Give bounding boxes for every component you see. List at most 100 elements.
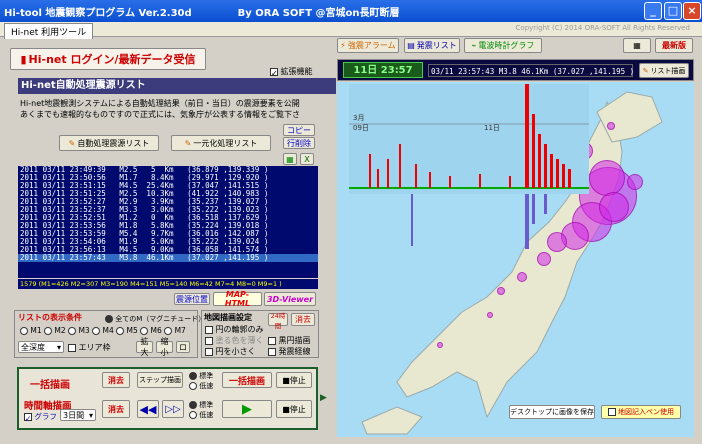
depth-bar — [525, 194, 529, 249]
depth-chart-svg — [411, 194, 547, 249]
chart-bar — [538, 134, 541, 188]
title-bar: Hi-tool 地震観察プログラム Ver.2.30d By ORA SOFT @… — [0, 0, 702, 22]
tab-strip: Hi-net 利用ツール Copyright (C) 2014 ORA-SOFT… — [0, 22, 702, 39]
clear-settings-button[interactable]: 消去 — [291, 313, 315, 326]
graph-checkbox[interactable]: ✓ グラフ — [24, 411, 57, 423]
depth-select[interactable]: 全深度 ▾ — [18, 341, 64, 353]
excel-icon[interactable]: X — [300, 153, 314, 165]
zoom-out-button[interactable]: 縮小 — [156, 337, 173, 357]
chart-day2-label: 11日 — [484, 124, 500, 132]
section-title: Hi-net自動処理震源リスト — [18, 78, 336, 94]
delete-line-button[interactable]: 行削除 — [283, 137, 315, 149]
play-icon[interactable]: ▶ — [222, 400, 272, 418]
quake-marker[interactable] — [589, 160, 625, 196]
all-m-radio[interactable]: 全てのM（マグニチュード） — [105, 314, 205, 324]
panel-arrow-icon: ▶ — [320, 393, 327, 403]
tab-hinet[interactable]: Hi-net 利用ツール — [4, 23, 94, 39]
chart-month-label: 3月 — [353, 114, 364, 122]
pencil-icon: ✎ — [184, 138, 192, 148]
speed-slow-radio[interactable]: 低速 — [189, 381, 213, 391]
light-color-checkbox[interactable]: 塗る色を薄く — [205, 335, 264, 346]
stats-bar: 1579 (M1=426 M2=307 M3=190 M4=151 M5=140… — [18, 279, 318, 289]
quake-chart: 3月 09日 11日 — [349, 84, 589, 194]
chart-bar — [562, 164, 565, 188]
pencil-icon: ✎ — [68, 138, 76, 148]
list-draw-button[interactable]: ✎ リスト描画 — [639, 63, 689, 78]
bulk-draw-button[interactable]: 一括描画 — [222, 372, 272, 388]
save-image-button[interactable]: デスクトップに画像を保存 — [509, 405, 595, 419]
copy-button[interactable]: コピー — [283, 124, 315, 136]
clear-button[interactable]: 消去 — [102, 372, 130, 388]
time-speed-standard-radio[interactable]: 標準 — [189, 400, 213, 410]
desc-line2: あくまでも速報的なものですので正式には、気象庁が公表する情報をご覧下さ — [20, 110, 300, 119]
close-button[interactable]: × — [683, 2, 701, 20]
quake-marker[interactable] — [497, 287, 505, 295]
quake-marker[interactable] — [537, 252, 551, 266]
3d-viewer-button[interactable]: 3D-Viewer — [264, 292, 316, 306]
area-frame-checkbox[interactable]: エリア枠 — [68, 342, 111, 353]
login-button[interactable]: ▮ Hi-net ログイン/最新データ受信 — [10, 48, 206, 70]
maximize-button[interactable]: □ — [664, 2, 682, 20]
time-speed-slow-radio[interactable]: 低速 — [189, 410, 213, 420]
quake-marker[interactable] — [517, 272, 527, 282]
map-html-button[interactable]: MAP-HTML — [213, 290, 262, 308]
step-forward-icon[interactable]: ▷▷ — [162, 400, 184, 418]
depth-bar — [544, 194, 547, 214]
extend-checkbox[interactable]: ✓ 拡張機能 — [270, 66, 313, 78]
login-icon: ▮ — [20, 52, 27, 66]
eq-list-button[interactable]: ▤ 発震リスト — [404, 38, 460, 53]
time-stop-button[interactable]: ■停止 — [276, 400, 312, 418]
quake-map[interactable]: 3月 09日 11日 デスクトップに画像を保存 地図記入ペン使用 — [337, 82, 694, 437]
radio-clock-graph-button[interactable]: ⌁ 電波時計グラフ — [464, 38, 542, 53]
quake-marker[interactable] — [627, 174, 643, 190]
depth-bar — [532, 194, 535, 224]
chevron-down-icon: ▾ — [56, 342, 61, 352]
rewind-icon[interactable]: ◀◀ — [137, 400, 159, 418]
chart-bar — [479, 174, 481, 188]
meridian-checkbox[interactable]: 発震経線 — [268, 346, 311, 357]
chart-bar — [387, 159, 389, 188]
speed-standard-radio[interactable]: 標準 — [189, 371, 213, 381]
selected-quake-info: 03/11 23:57:43 M3.8 46.1Km (37.027 ,141.… — [428, 64, 634, 77]
auto-list-button[interactable]: ✎ 自動処理震源リスト — [59, 135, 159, 151]
outline-only-checkbox[interactable]: 円の輪郭のみ — [205, 324, 264, 335]
zoom-in-button[interactable]: 拡大 — [136, 337, 153, 357]
grid-icon[interactable]: ▦ — [283, 153, 297, 165]
eq-alarm-button[interactable]: ⚡ 強震アラーム — [337, 38, 399, 53]
source-position-button[interactable]: 震源位置 — [174, 293, 210, 305]
days-select[interactable]: 3日間 ▾ — [60, 409, 96, 421]
quake-marker[interactable] — [607, 122, 615, 130]
chart-bar — [544, 144, 547, 188]
app-title: Hi-tool 地震観察プログラム Ver.2.30d — [4, 7, 192, 19]
chart-bar — [415, 164, 417, 188]
black-circle-checkbox[interactable]: 黒円描画 — [268, 335, 311, 346]
list-item-selected[interactable]: 2011 03/11 23:57:43 M3.8 46.1Km (37.027 … — [18, 254, 318, 262]
unified-list-button[interactable]: ✎ 一元化処理リスト — [171, 135, 271, 151]
quake-marker[interactable] — [599, 192, 629, 222]
app-author: By ORA SOFT @宮城on長町断層 — [237, 7, 400, 19]
current-time: 11日 23:57 — [343, 62, 423, 78]
quake-list[interactable]: 2011 03/11 23:49:39 M2.5 5 Km (36.879 ,1… — [18, 166, 318, 278]
kyushu-landmass — [361, 406, 423, 435]
copyright: Copyright (C) 2014 ORA-SOFT All Rights R… — [515, 24, 690, 32]
small-circle-checkbox[interactable]: 円を小さく — [205, 346, 256, 357]
mag-radios[interactable]: M1 M2 M3 M4 M5 M6 M7 — [20, 326, 186, 335]
depth-bar — [411, 194, 413, 246]
quake-marker[interactable] — [437, 342, 443, 348]
conditions-title: リストの表示条件 — [18, 313, 82, 322]
quake-marker[interactable] — [487, 312, 493, 318]
chevron-down-icon: ▾ — [88, 410, 93, 420]
zoom-reset-button[interactable]: ロ — [176, 341, 190, 353]
display-mode-button[interactable]: ▦ — [623, 38, 651, 53]
chart-bar — [532, 114, 535, 188]
time-clear-button[interactable]: 消去 — [102, 400, 130, 418]
chart-bar — [399, 144, 401, 188]
24h-button[interactable]: 24時間 — [268, 312, 288, 330]
latest-version-button[interactable]: 最新版 — [655, 38, 693, 53]
minimize-button[interactable]: _ — [644, 2, 662, 20]
step-draw-button[interactable]: ステップ描画 — [137, 372, 183, 388]
draw-settings-title: 地図描画設定 — [204, 313, 252, 322]
stop-button[interactable]: ■停止 — [276, 372, 312, 388]
map-pen-button[interactable]: 地図記入ペン使用 — [601, 405, 681, 419]
lightning-icon: ⚡ — [340, 41, 346, 50]
